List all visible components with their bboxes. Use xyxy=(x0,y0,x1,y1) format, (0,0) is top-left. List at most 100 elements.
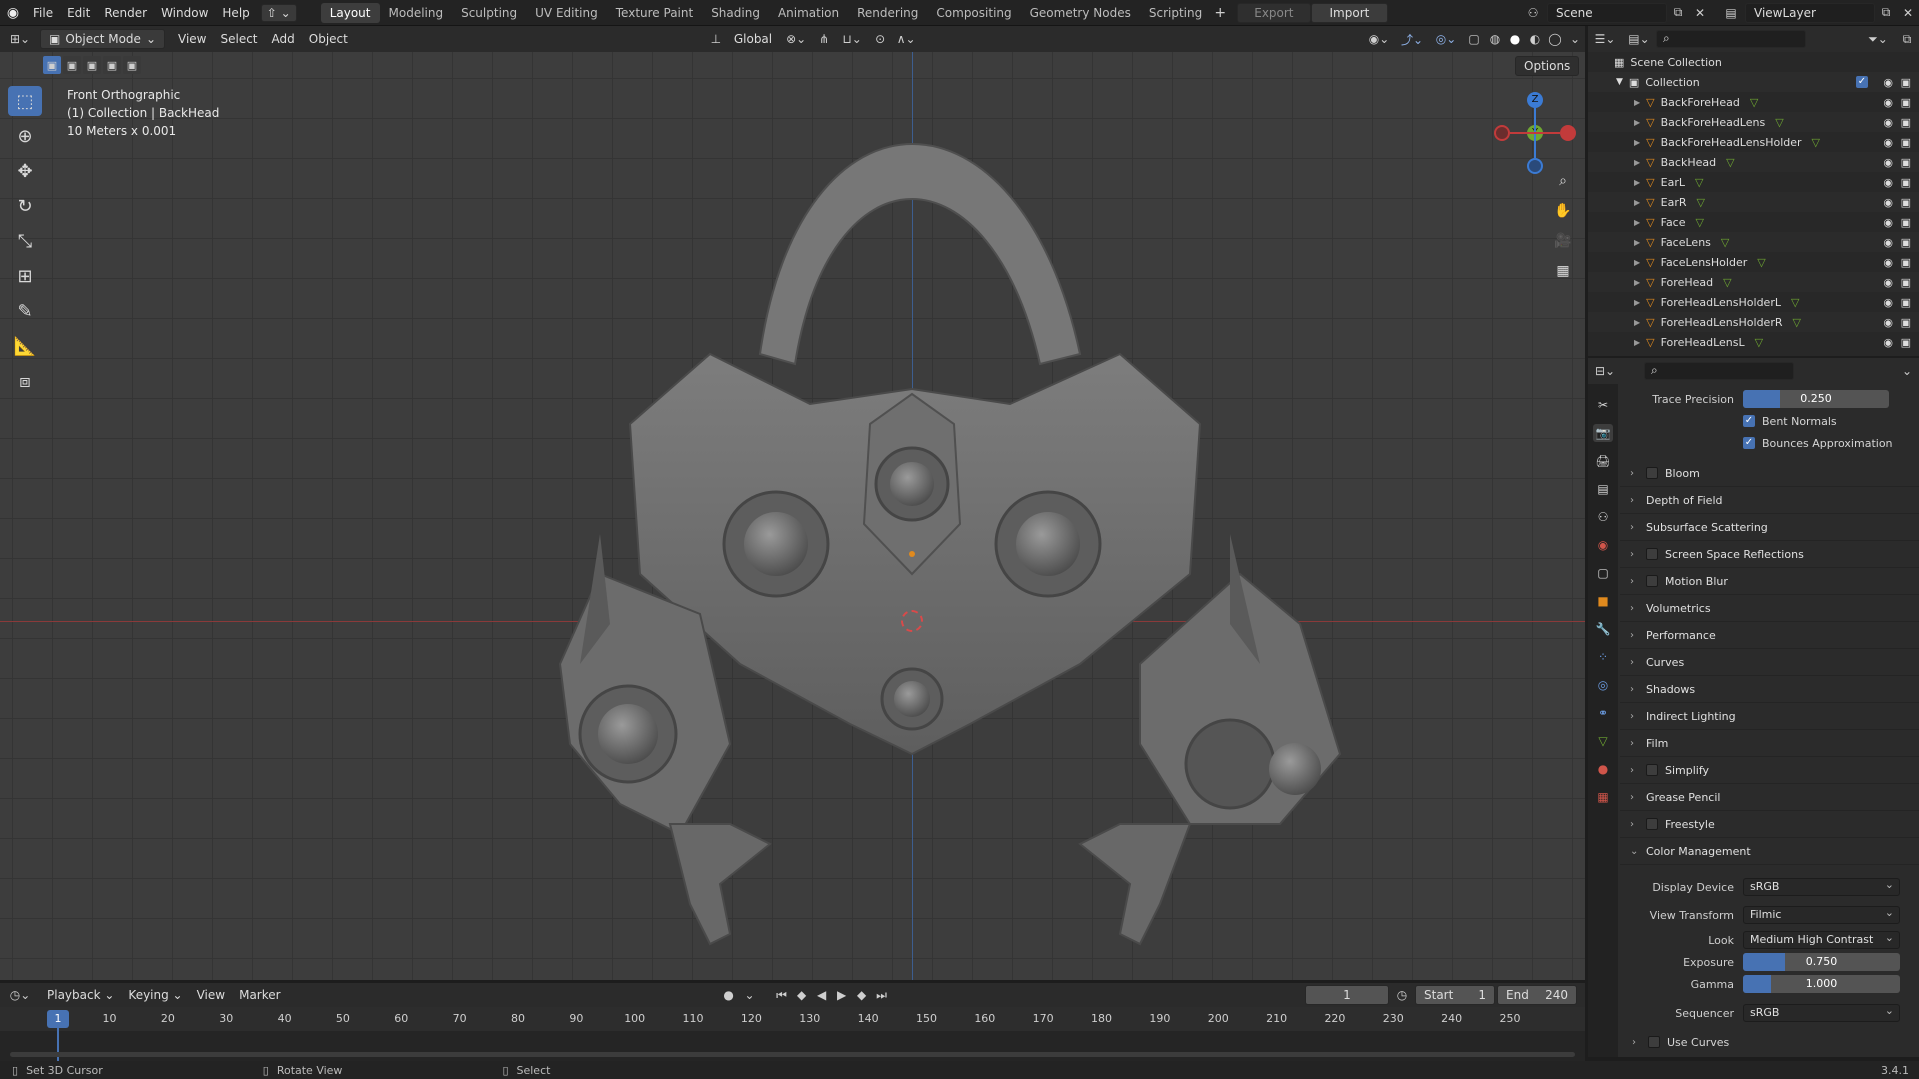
outliner-item[interactable]: ▶ ▽ BackHead ▽ ◉ ▣ xyxy=(1588,152,1919,172)
outliner-item[interactable]: ▶ ▽ ForeHeadLensL ▽ ◉ ▣ xyxy=(1588,332,1919,352)
rendered-shading-icon[interactable]: ◯ xyxy=(1545,32,1565,46)
export-button[interactable]: Export xyxy=(1237,2,1311,23)
editor-type-icon[interactable]: ⊞⌄ xyxy=(0,32,40,46)
tab-shading[interactable]: Shading xyxy=(702,3,769,23)
play-icon[interactable]: ▶ xyxy=(832,988,852,1002)
properties-search-input[interactable]: ⌕ xyxy=(1644,362,1794,380)
scale-tool-icon[interactable]: ⤡ xyxy=(8,226,42,256)
eye-icon[interactable]: ◉ xyxy=(1883,236,1893,249)
eye-icon[interactable]: ◉ xyxy=(1883,96,1893,109)
panel-section[interactable]: › Bloom xyxy=(1620,460,1919,487)
orientation-selector[interactable]: Global xyxy=(727,32,779,46)
keying-menu[interactable]: Keying ⌄ xyxy=(121,988,189,1002)
camera-icon[interactable]: ▣ xyxy=(1901,76,1911,89)
rotate-tool-icon[interactable]: ↻ xyxy=(8,191,42,221)
outliner-item[interactable]: ▶ ▽ EarR ▽ ◉ ▣ xyxy=(1588,192,1919,212)
tab-sculpting[interactable]: Sculpting xyxy=(452,3,526,23)
eye-icon[interactable]: ◉ xyxy=(1883,176,1893,189)
bounces-approx-row[interactable]: ✓ Bounces Approximation xyxy=(1620,432,1919,454)
outliner-item[interactable]: ▶ ▽ EarL ▽ ◉ ▣ xyxy=(1588,172,1919,192)
panel-section[interactable]: › Simplify xyxy=(1620,757,1919,784)
upload-icon[interactable]: ⇧ ⌄ xyxy=(260,3,297,22)
menu-window[interactable]: Window xyxy=(154,6,215,20)
tab-layout[interactable]: Layout xyxy=(320,2,380,23)
playback-menu[interactable]: Playback ⌄ xyxy=(40,988,121,1002)
outliner-item[interactable]: ▶ ▽ BackForeHeadLens ▽ ◉ ▣ xyxy=(1588,112,1919,132)
expand-arrow-icon[interactable]: ▶ xyxy=(1634,298,1640,307)
camera-icon[interactable]: ▣ xyxy=(1901,196,1911,209)
tab-modeling[interactable]: Modeling xyxy=(380,3,453,23)
blender-logo-icon[interactable]: ◉ xyxy=(0,0,26,26)
camera-icon[interactable]: ▣ xyxy=(1901,296,1911,309)
pan-hand-icon[interactable]: ✋ xyxy=(1550,198,1576,224)
outliner-search-input[interactable]: ⌕ xyxy=(1656,30,1806,48)
panel-section[interactable]: › Film xyxy=(1620,730,1919,757)
panel-section[interactable]: › Performance xyxy=(1620,622,1919,649)
panel-section[interactable]: › Depth of Field xyxy=(1620,487,1919,514)
playhead[interactable]: 1 xyxy=(47,1010,69,1028)
tab-compositing[interactable]: Compositing xyxy=(927,3,1020,23)
expand-arrow-icon[interactable]: ▶ xyxy=(1634,118,1640,127)
world-tab-icon[interactable]: ◉ xyxy=(1593,536,1613,554)
zoom-icon[interactable]: ⌕ xyxy=(1550,168,1576,194)
3d-viewport[interactable]: Front Orthographic (1) Collection | Back… xyxy=(0,52,1585,980)
expand-arrow-icon[interactable]: ▶ xyxy=(1634,338,1640,347)
navigation-gizmo[interactable]: Y Z xyxy=(1490,88,1580,178)
add-cube-tool-icon[interactable]: ⧈ xyxy=(8,366,42,396)
expand-arrow-icon[interactable]: ▶ xyxy=(1634,258,1640,267)
viewport-menu-object[interactable]: Object xyxy=(302,32,355,46)
panel-section[interactable]: › Grease Pencil xyxy=(1620,784,1919,811)
menu-edit[interactable]: Edit xyxy=(60,6,97,20)
delete-viewlayer-icon[interactable]: ✕ xyxy=(1897,6,1919,20)
options-button[interactable]: Options xyxy=(1515,56,1580,76)
new-collection-icon[interactable]: ⧉ xyxy=(1895,32,1919,47)
xray-icon[interactable]: ▢ xyxy=(1463,32,1485,46)
cursor-tool-icon[interactable]: ⊕ xyxy=(8,121,42,151)
panel-section[interactable]: › Motion Blur xyxy=(1620,568,1919,595)
section-checkbox[interactable] xyxy=(1646,548,1658,560)
helmet-model[interactable] xyxy=(540,104,1380,980)
expand-arrow-icon[interactable]: ▶ xyxy=(1634,318,1640,327)
jump-start-icon[interactable]: ⏮ xyxy=(772,988,792,1003)
menu-file[interactable]: File xyxy=(26,6,60,20)
keyframe-options-icon[interactable]: ⌄ xyxy=(740,988,760,1002)
timeline-editor-icon[interactable]: ◷⌄ xyxy=(0,988,40,1002)
ortho-grid-icon[interactable]: ▦ xyxy=(1550,258,1576,284)
viewport-menu-view[interactable]: View xyxy=(171,32,213,46)
panel-section[interactable]: › Shadows xyxy=(1620,676,1919,703)
new-viewlayer-icon[interactable]: ⧉ xyxy=(1875,5,1897,20)
expand-arrow-icon[interactable]: ▶ xyxy=(1634,198,1640,207)
eye-icon[interactable]: ◉ xyxy=(1883,316,1893,329)
camera-icon[interactable]: ▣ xyxy=(1901,96,1911,109)
collection-row[interactable]: ▼ ▣ Collection ✓ ◉ ▣ xyxy=(1588,72,1919,92)
camera-icon[interactable]: ▣ xyxy=(1901,236,1911,249)
expand-arrow-icon[interactable]: ▶ xyxy=(1634,178,1640,187)
eye-icon[interactable]: ◉ xyxy=(1883,136,1893,149)
import-button[interactable]: Import xyxy=(1310,2,1389,23)
measure-tool-icon[interactable]: 📐 xyxy=(8,331,42,361)
use-curves-row[interactable]: › Use Curves xyxy=(1620,1031,1919,1053)
gizmo-z-axis[interactable]: Z xyxy=(1527,92,1543,108)
expand-arrow-icon[interactable]: ▶ xyxy=(1634,238,1640,247)
shading-options-icon[interactable]: ⌄ xyxy=(1565,32,1585,46)
panel-section[interactable]: › Screen Space Reflections xyxy=(1620,541,1919,568)
tab-scripting[interactable]: Scripting xyxy=(1140,3,1211,23)
collection-tab-icon[interactable]: ▢ xyxy=(1593,564,1613,582)
output-tab-icon[interactable]: 🖨 xyxy=(1593,452,1613,470)
solid-shading-icon[interactable]: ● xyxy=(1505,32,1525,46)
sequencer-dropdown[interactable]: sRGB xyxy=(1743,1003,1900,1022)
panel-section[interactable]: › Volumetrics xyxy=(1620,595,1919,622)
panel-section[interactable]: › Indirect Lighting xyxy=(1620,703,1919,730)
viewport-menu-add[interactable]: Add xyxy=(265,32,302,46)
move-tool-icon[interactable]: ✥ xyxy=(8,156,42,186)
gizmo-neg-x-axis[interactable] xyxy=(1494,125,1510,141)
look-dropdown[interactable]: Medium High Contrast xyxy=(1743,930,1900,949)
camera-icon[interactable]: ▣ xyxy=(1901,156,1911,169)
transform-tool-icon[interactable]: ⊞ xyxy=(8,261,42,291)
eye-icon[interactable]: ◉ xyxy=(1883,276,1893,289)
proportional-edit-icon[interactable]: ⊙ xyxy=(869,32,891,46)
gizmo-x-axis[interactable] xyxy=(1560,125,1576,141)
outliner-item[interactable]: ▶ ▽ FaceLens ▽ ◉ ▣ xyxy=(1588,232,1919,252)
camera-icon[interactable]: ▣ xyxy=(1901,116,1911,129)
new-scene-icon[interactable]: ⧉ xyxy=(1667,5,1689,20)
